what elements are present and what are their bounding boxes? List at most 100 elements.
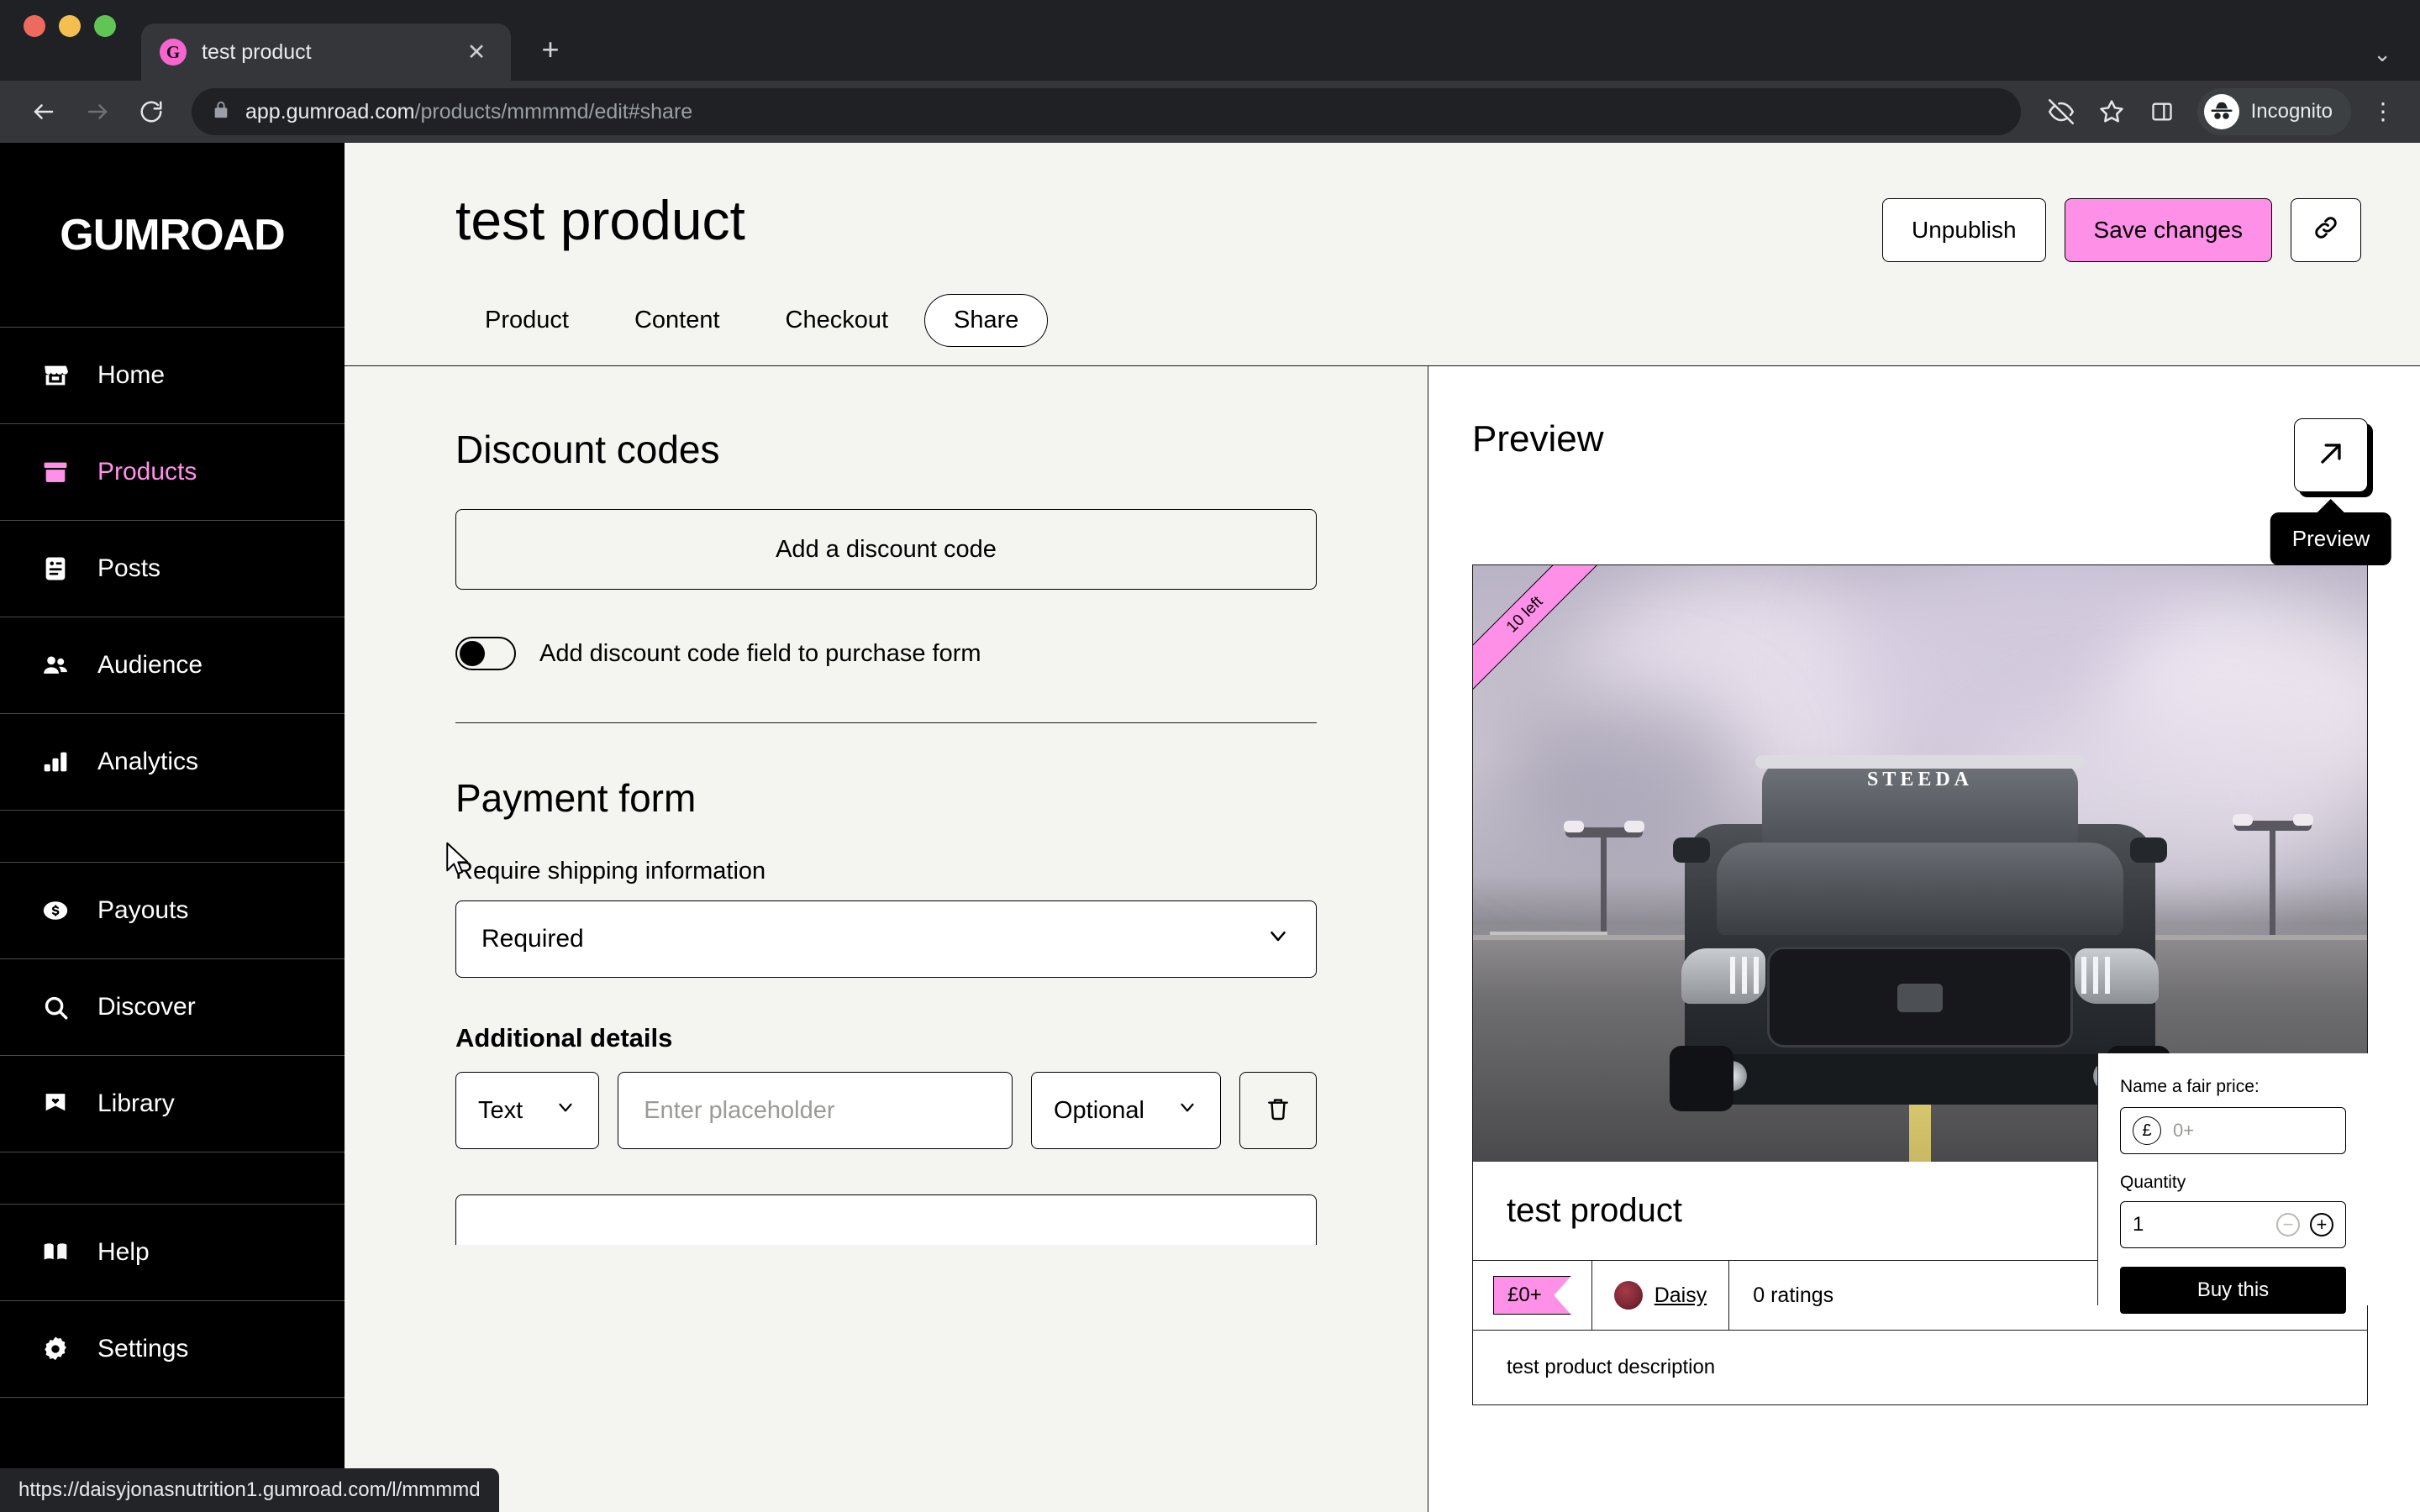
quantity-stepper-buttons: − +	[2276, 1213, 2333, 1236]
chevron-down-icon	[1176, 1096, 1198, 1125]
sidebar-item-label: Discover	[97, 993, 196, 1021]
eye-off-icon[interactable]	[2038, 88, 2085, 135]
sidebar-item-help[interactable]: Help	[0, 1205, 345, 1301]
sidebar-item-label: Settings	[97, 1335, 189, 1362]
currency-icon: £	[2133, 1116, 2161, 1145]
side-panel-icon[interactable]	[2139, 88, 2186, 135]
quantity-stepper[interactable]: 1 − +	[2120, 1201, 2346, 1248]
tab-product[interactable]: Product	[455, 294, 598, 347]
header-row: test product Unpublish Save changes	[455, 190, 2361, 262]
kebab-menu-icon[interactable]: ⋮	[2366, 99, 2400, 123]
tab-title: test product	[202, 39, 312, 64]
minimize-window-button[interactable]	[59, 15, 81, 37]
browser-toolbar: app.gumroad.com/products/mmmmd/edit#shar…	[0, 81, 2420, 143]
detail-type-value: Text	[478, 1096, 523, 1124]
gumroad-logo[interactable]: GUMROAD	[0, 143, 345, 328]
browser-tab[interactable]: G test product ✕	[141, 24, 511, 81]
preview-ratings: 0 ratings	[1753, 1283, 1834, 1307]
sidebar-item-discover[interactable]: Discover	[0, 959, 345, 1056]
sidebar-item-posts[interactable]: Posts	[0, 521, 345, 617]
chevron-down-icon[interactable]: ⌄	[2373, 41, 2391, 67]
dollar-coin-icon	[39, 894, 72, 927]
link-icon	[2312, 213, 2340, 248]
sidebar-item-products[interactable]: Products	[0, 424, 345, 521]
new-tab-button[interactable]: +	[529, 29, 571, 71]
trash-icon	[1265, 1095, 1292, 1126]
shipping-field-label: Require shipping information	[455, 858, 766, 885]
incognito-icon	[2203, 94, 2239, 129]
additional-detail-row: Text Enter placeholder Optional	[455, 1072, 1317, 1149]
forward-arrow-icon[interactable]	[74, 88, 121, 135]
discount-codes-heading: Discount codes	[455, 428, 720, 471]
sidebar-item-settings[interactable]: Settings	[0, 1301, 345, 1398]
search-icon	[39, 990, 72, 1024]
gear-icon	[39, 1332, 72, 1366]
gumroad-logo-text: GUMROAD	[60, 210, 285, 260]
car-tire-left	[1670, 1046, 1733, 1111]
sidebar-item-payouts[interactable]: Payouts	[0, 863, 345, 959]
discount-field-toggle[interactable]	[455, 637, 516, 670]
open-preview-button[interactable]	[2294, 418, 2368, 492]
main-column: test product Unpublish Save changes Prod…	[345, 143, 2420, 1512]
price-input-placeholder: 0+	[2173, 1120, 2195, 1141]
add-discount-code-button[interactable]: Add a discount code	[455, 509, 1317, 590]
sidebar-item-label: Audience	[97, 651, 203, 679]
maximize-window-button[interactable]	[94, 15, 116, 37]
toolbar-right-actions: Incognito ⋮	[2038, 88, 2400, 135]
product-header: test product Unpublish Save changes Prod…	[345, 143, 2420, 366]
delete-detail-button[interactable]	[1239, 1072, 1317, 1149]
unpublish-button[interactable]: Unpublish	[1882, 198, 2046, 262]
close-window-button[interactable]	[24, 15, 45, 37]
section-divider	[455, 722, 1317, 723]
close-tab-icon[interactable]: ✕	[460, 36, 492, 68]
box-icon	[39, 455, 72, 489]
back-arrow-icon[interactable]	[20, 88, 67, 135]
quantity-increment-button[interactable]: +	[2310, 1213, 2333, 1236]
detail-required-select[interactable]: Optional	[1030, 1072, 1221, 1149]
detail-placeholder-input[interactable]: Enter placeholder	[618, 1072, 1013, 1149]
stock-ribbon-label: 10 left	[1473, 565, 1626, 716]
header-actions: Unpublish Save changes	[1882, 190, 2361, 262]
document-icon	[39, 552, 72, 585]
tab-content[interactable]: Content	[605, 294, 750, 347]
buy-this-button[interactable]: Buy this	[2120, 1267, 2346, 1314]
preview-author-cell[interactable]: Daisy	[1592, 1261, 1730, 1330]
status-bar-url: https://daisyjonasnutrition1.gumroad.com…	[0, 1468, 499, 1512]
toggle-knob	[460, 641, 485, 666]
storefront-icon	[39, 359, 72, 392]
price-input[interactable]: £ 0+	[2120, 1107, 2346, 1154]
browser-tabstrip: G test product ✕ + ⌄	[0, 0, 2420, 81]
copy-link-button[interactable]	[2291, 198, 2361, 262]
main-body: Discount codes Add a discount code Add d…	[345, 366, 2420, 1512]
additional-details-heading: Additional details	[455, 1023, 673, 1053]
author-link[interactable]: Daisy	[1655, 1284, 1707, 1308]
preview-tooltip: Preview	[2270, 512, 2392, 565]
car-headlight-right	[2075, 948, 2159, 1004]
app-page: GUMROAD Home Products Posts Audience Ana…	[0, 143, 2420, 1512]
reload-icon[interactable]	[128, 88, 175, 135]
external-link-arrow-icon	[2314, 437, 2348, 475]
sidebar-item-audience[interactable]: Audience	[0, 617, 345, 714]
save-changes-button[interactable]: Save changes	[2064, 198, 2272, 262]
star-icon[interactable]	[2088, 88, 2135, 135]
bookmark-heart-icon	[39, 1087, 72, 1121]
tab-checkout[interactable]: Checkout	[756, 294, 918, 347]
sidebar-item-label: Products	[97, 458, 197, 486]
price-badge: £0+	[1493, 1276, 1571, 1315]
sports-car-illustration: STEEDA	[1668, 732, 2172, 1118]
sidebar-item-library[interactable]: Library	[0, 1056, 345, 1152]
profile-incognito-button[interactable]: Incognito	[2196, 88, 2351, 135]
address-bar[interactable]: app.gumroad.com/products/mmmmd/edit#shar…	[192, 88, 2021, 135]
car-emblem	[1897, 984, 1943, 1012]
sidebar-item-analytics[interactable]: Analytics	[0, 714, 345, 811]
sidebar-item-label: Posts	[97, 554, 161, 582]
price-field-label: Name a fair price:	[2120, 1077, 2260, 1096]
page-title: test product	[455, 189, 745, 251]
tab-share[interactable]: Share	[924, 294, 1049, 347]
detail-type-select[interactable]: Text	[455, 1072, 600, 1149]
quantity-decrement-button[interactable]: −	[2276, 1213, 2300, 1236]
next-field-row-peek	[455, 1194, 1317, 1245]
sidebar-item-home[interactable]: Home	[0, 328, 345, 424]
shipping-select[interactable]: Required	[455, 900, 1317, 978]
lock-icon	[212, 101, 230, 123]
